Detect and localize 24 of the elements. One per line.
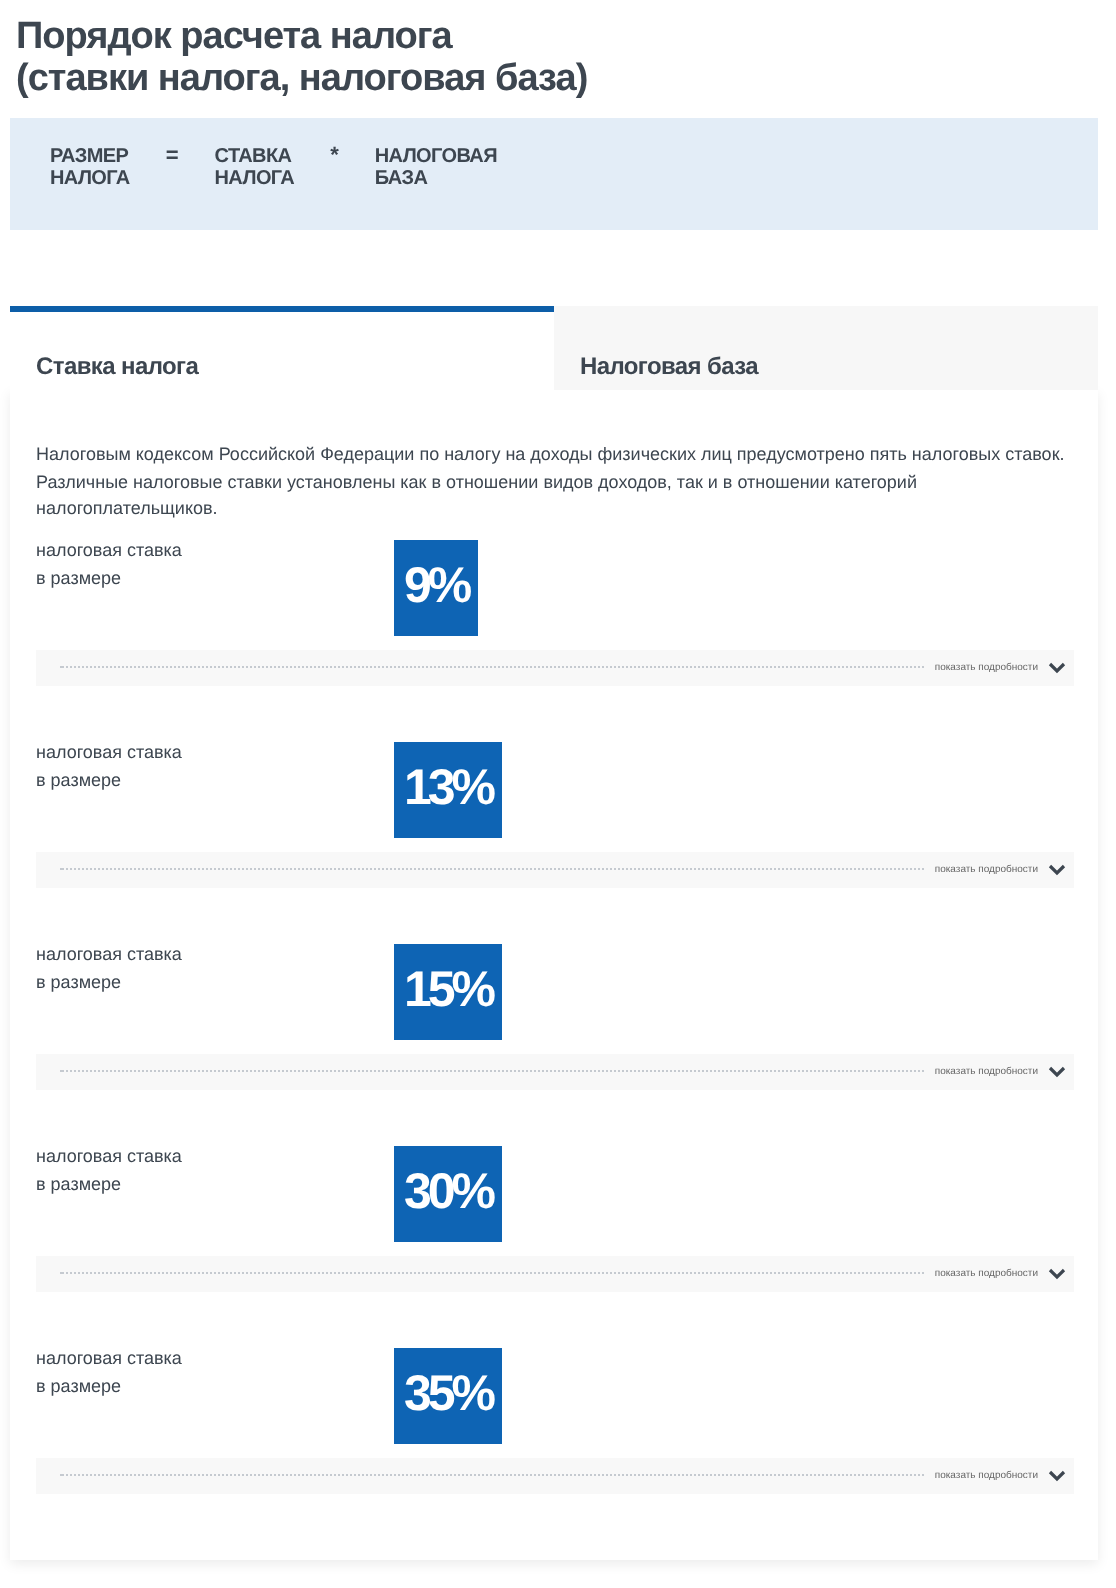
chevron-down-icon[interactable]	[1048, 661, 1066, 673]
rate-value: 35%	[394, 1347, 503, 1443]
formula-operator: *	[330, 146, 339, 168]
chevron-down-icon[interactable]	[1048, 863, 1066, 875]
chevron-down-icon[interactable]	[1048, 1065, 1066, 1077]
rate-label: налоговая ставка в размере	[36, 1345, 184, 1399]
rate-label: налоговая ставка в размере	[36, 537, 184, 591]
chevron-down-icon[interactable]	[1048, 1469, 1066, 1481]
page-title: (ставки налога, налоговая база)	[16, 58, 590, 100]
intro-text: Налоговым кодексом Российской Федерации по налогу на доходы физических лиц предусмотрено пять налоговых ставок. Различные налоговые ставки установлены как в отношении видов доходов, так и в отношении категорий налогоплательщиков.	[36, 442, 1067, 522]
rate-value: 13%	[394, 741, 503, 837]
rate-label: налоговая ставка в размере	[36, 1143, 184, 1197]
rate-value: 9%	[394, 539, 479, 635]
rate-label: налоговая ставка в размере	[36, 941, 184, 995]
tab[interactable]: Налоговая база	[554, 306, 1098, 390]
formula-term: РАЗМЕР НАЛОГА	[50, 146, 130, 190]
formula-term: НАЛОГОВАЯ БАЗА	[374, 146, 497, 190]
rate-label: налоговая ставка в размере	[36, 739, 184, 793]
page-title: Порядок расчета налога	[16, 16, 455, 58]
rate-value: 15%	[394, 943, 503, 1039]
formula-term: СТАВКА НАЛОГА	[214, 146, 295, 190]
chevron-down-icon[interactable]	[1048, 1267, 1066, 1279]
formula-operator: =	[165, 146, 179, 168]
rate-value: 30%	[394, 1145, 503, 1241]
